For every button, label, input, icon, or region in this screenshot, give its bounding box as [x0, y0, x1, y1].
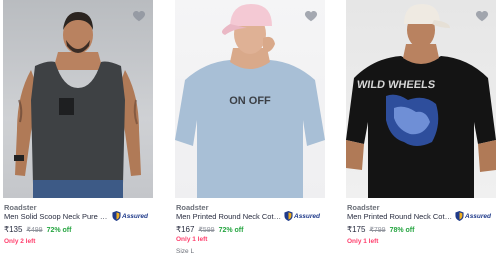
tshirt-print-text: ON OFF — [229, 95, 271, 107]
price-row: ₹167 ₹599 72% off — [176, 225, 243, 234]
assured-badge: Assured — [455, 211, 491, 221]
wishlist-button[interactable] — [304, 9, 318, 23]
assured-label: Assured — [122, 212, 149, 220]
assured-badge: Assured — [284, 211, 320, 221]
model-black-vest-photo — [14, 12, 141, 198]
product-card[interactable]: Roadster Men Solid Scoop Neck Pure Cotto… — [3, 0, 153, 249]
stock-alert: Only 1 left — [176, 236, 208, 243]
tshirt-print-text: WILD WHEELS — [356, 79, 436, 91]
product-image[interactable]: WILD WHEELS — [346, 0, 496, 198]
heart-icon — [304, 10, 318, 22]
product-brand: Roadster — [176, 203, 209, 212]
assured-shield-icon — [112, 211, 121, 221]
original-price: ₹499 — [26, 227, 43, 234]
heart-icon — [132, 10, 146, 22]
assured-shield-icon — [284, 211, 293, 221]
discount-label: 78% off — [389, 227, 415, 234]
product-image[interactable]: ON OFF — [175, 0, 325, 198]
assured-label: Assured — [465, 212, 492, 220]
price-row: ₹175 ₹799 78% off — [347, 225, 414, 234]
stock-alert: Only 1 left — [347, 238, 379, 245]
product-image[interactable] — [3, 0, 153, 198]
product-card[interactable]: WILD WHEELS Roadster Men Printed Round N… — [346, 0, 496, 249]
product-title[interactable]: Men Solid Scoop Neck Pure Cotton Vest — [4, 212, 111, 221]
product-title[interactable]: Men Printed Round Neck Cotton T-shirt — [347, 212, 454, 221]
assured-label: Assured — [294, 212, 321, 220]
original-price: ₹799 — [369, 227, 386, 234]
product-brand: Roadster — [347, 203, 380, 212]
price-row: ₹135 ₹499 72% off — [4, 225, 71, 234]
selling-price: ₹135 — [4, 225, 23, 234]
product-brand: Roadster — [4, 203, 37, 212]
product-title[interactable]: Men Printed Round Neck Cotton T-shirt — [176, 212, 283, 221]
assured-badge: Assured — [112, 211, 148, 221]
model-black-tshirt-photo: WILD WHEELS — [346, 4, 496, 198]
stock-alert: Only 2 left — [4, 238, 36, 245]
heart-icon — [475, 10, 489, 22]
discount-label: 72% off — [218, 227, 244, 234]
wishlist-button[interactable] — [132, 9, 146, 23]
selling-price: ₹175 — [347, 225, 366, 234]
discount-label: 72% off — [46, 227, 72, 234]
product-card[interactable]: ON OFF Roadster Men Printed Round Neck C… — [175, 0, 325, 255]
selling-price: ₹167 — [176, 225, 195, 234]
assured-shield-icon — [455, 211, 464, 221]
wishlist-button[interactable] — [475, 9, 489, 23]
original-price: ₹599 — [198, 227, 215, 234]
size-label: Size L — [176, 248, 195, 255]
model-blue-tshirt-photo: ON OFF — [175, 4, 325, 198]
